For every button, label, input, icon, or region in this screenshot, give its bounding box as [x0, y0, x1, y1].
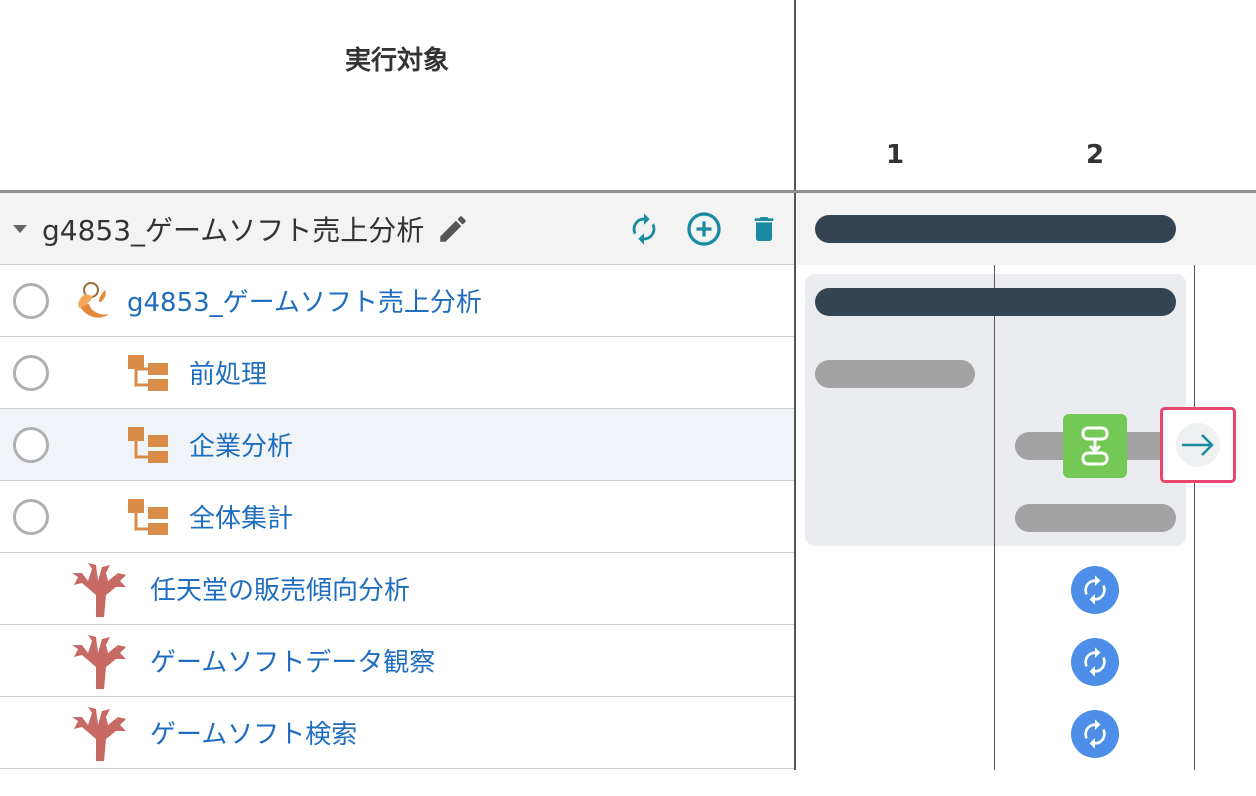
refresh-icon	[632, 212, 656, 245]
group-timeline-bar[interactable]	[815, 215, 1176, 243]
table-row[interactable]: ゲームソフト検索	[0, 697, 794, 769]
task-timeline-bar[interactable]	[815, 360, 975, 388]
arrow-right-wrap	[1176, 423, 1220, 467]
table-row[interactable]: 企業分析	[0, 409, 794, 481]
hierarchy-icon	[128, 498, 168, 535]
trash-icon	[754, 216, 774, 241]
timeline-divider	[994, 265, 995, 770]
row-label[interactable]: 全体集計	[189, 498, 293, 535]
coral-icon	[72, 562, 126, 617]
table-row[interactable]: 全体集計	[0, 481, 794, 553]
column-number-2: 2	[1085, 140, 1105, 170]
table-row[interactable]: ゲームソフトデータ観察	[0, 625, 794, 697]
hierarchy-icon	[128, 426, 168, 463]
move-right-button[interactable]	[1160, 407, 1236, 483]
table-row[interactable]: 前処理	[0, 337, 794, 409]
table-row[interactable]: 任天堂の販売傾向分析	[0, 553, 794, 625]
add-button[interactable]	[684, 209, 724, 249]
coral-icon	[72, 634, 126, 689]
row-radio[interactable]	[13, 282, 49, 319]
row-label[interactable]: 前処理	[189, 354, 267, 391]
table-row[interactable]: g4853_ゲームソフト売上分析	[0, 265, 794, 337]
delete-button[interactable]	[744, 209, 784, 249]
sync-button[interactable]	[1071, 638, 1119, 686]
row-label[interactable]: 任天堂の販売傾向分析	[150, 570, 410, 607]
row-radio[interactable]	[13, 426, 49, 463]
sync-button[interactable]	[1071, 566, 1119, 614]
row-radio[interactable]	[13, 498, 49, 535]
pencil-icon[interactable]	[436, 212, 470, 246]
column-header-title: 実行対象	[344, 46, 449, 76]
merge-step-icon	[1081, 426, 1109, 466]
group-row[interactable]: g4853_ゲームソフト売上分析	[0, 193, 794, 265]
column-number-1: 1	[885, 140, 905, 170]
step-merge-button[interactable]	[1063, 414, 1127, 478]
caret-down-icon[interactable]	[10, 219, 30, 239]
group-name: g4853_ゲームソフト売上分析	[42, 213, 425, 247]
coral-icon	[72, 706, 126, 761]
sync-icon	[1084, 575, 1106, 605]
workflow-mascot-icon	[78, 281, 109, 318]
header-divider	[794, 0, 796, 770]
refresh-button[interactable]	[624, 209, 664, 249]
row-label[interactable]: g4853_ゲームソフト売上分析	[127, 282, 482, 319]
sync-icon	[1084, 647, 1106, 677]
arrow-right-icon	[1182, 434, 1214, 456]
task-timeline-bar[interactable]	[1015, 504, 1176, 532]
plus-circle-icon	[687, 211, 721, 246]
workflow-timeline-bar[interactable]	[815, 288, 1176, 316]
hierarchy-icon	[128, 354, 168, 391]
row-label[interactable]: ゲームソフトデータ観察	[150, 642, 435, 679]
row-label[interactable]: ゲームソフト検索	[150, 714, 357, 751]
sync-icon	[1084, 719, 1106, 749]
row-label[interactable]: 企業分析	[189, 426, 293, 463]
row-radio[interactable]	[13, 354, 49, 391]
sync-button[interactable]	[1071, 710, 1119, 758]
